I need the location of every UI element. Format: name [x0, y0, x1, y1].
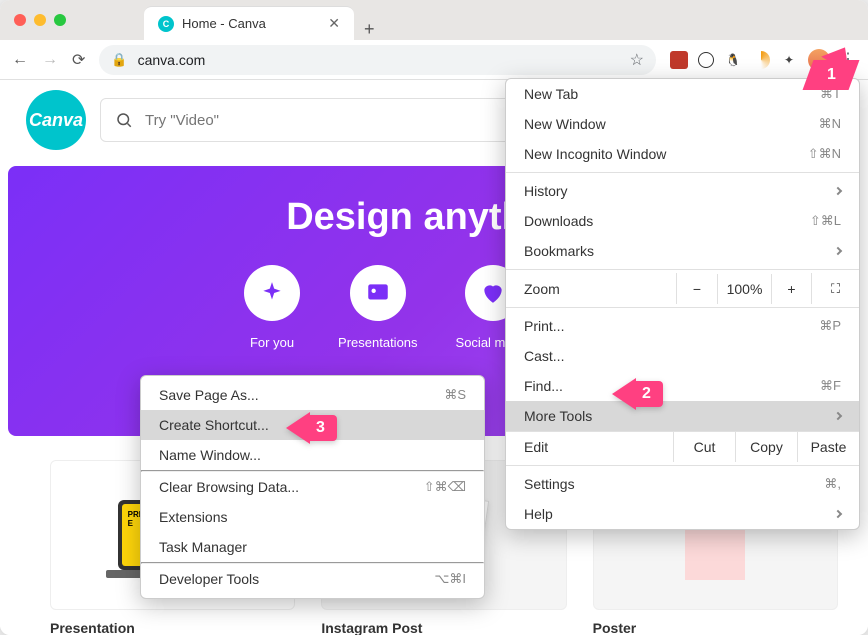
- extension-icon[interactable]: [670, 51, 688, 69]
- submenu-clear-browsing[interactable]: Clear Browsing Data...⇧⌘⌫: [141, 472, 484, 502]
- menu-copy[interactable]: Copy: [735, 431, 797, 462]
- submenu-save-page[interactable]: Save Page As...⌘S: [141, 380, 484, 410]
- back-button[interactable]: ←: [12, 51, 28, 69]
- heart-icon: [480, 280, 506, 306]
- menu-new-window[interactable]: New Window⌘N: [506, 109, 859, 139]
- address-bar[interactable]: 🔒 canva.com ☆: [99, 45, 656, 75]
- menu-history[interactable]: History: [506, 176, 859, 206]
- tab-strip: C Home - Canva ✕ +: [144, 0, 375, 40]
- browser-window: C Home - Canva ✕ + ← → ⟳ 🔒 canva.com ☆ 🐧…: [0, 0, 868, 635]
- extension-icon[interactable]: [752, 51, 770, 69]
- close-tab-button[interactable]: ✕: [328, 15, 340, 32]
- presentation-icon: [365, 280, 391, 306]
- canva-logo[interactable]: Canva: [26, 90, 86, 150]
- type-presentations[interactable]: Presentations: [338, 265, 418, 350]
- chrome-main-menu: New Tab⌘T New Window⌘N New Incognito Win…: [505, 78, 860, 530]
- url-text: canva.com: [138, 52, 206, 68]
- chevron-right-icon: [834, 247, 842, 255]
- annotation-1: 1: [808, 60, 854, 90]
- pocket-icon[interactable]: [698, 52, 714, 68]
- sparkle-icon: [259, 280, 285, 306]
- chevron-right-icon: [834, 510, 842, 518]
- bookmark-star-icon[interactable]: ☆: [630, 50, 644, 70]
- menu-cast[interactable]: Cast...: [506, 341, 859, 371]
- extensions-puzzle-icon[interactable]: ✦: [780, 51, 798, 69]
- forward-button[interactable]: →: [42, 51, 58, 69]
- toolbar: ← → ⟳ 🔒 canva.com ☆ 🐧 ✦ ⋮: [0, 40, 868, 80]
- chevron-right-icon: [834, 412, 842, 420]
- menu-zoom: Zoom − 100% + ⛶: [506, 273, 859, 304]
- menu-more-tools[interactable]: More Tools: [506, 401, 859, 431]
- menu-downloads[interactable]: Downloads⇧⌘L: [506, 206, 859, 236]
- menu-paste[interactable]: Paste: [797, 431, 859, 462]
- titlebar: C Home - Canva ✕ +: [0, 0, 868, 40]
- annotation-3: 3: [286, 412, 337, 444]
- submenu-name-window[interactable]: Name Window...: [141, 440, 484, 470]
- zoom-value: 100%: [717, 274, 771, 304]
- search-icon: [115, 111, 133, 129]
- more-tools-submenu: Save Page As...⌘S Create Shortcut... Nam…: [140, 375, 485, 599]
- fullscreen-button[interactable]: ⛶: [811, 273, 859, 304]
- menu-settings[interactable]: Settings⌘,: [506, 469, 859, 499]
- maximize-window-button[interactable]: [54, 14, 66, 26]
- type-for-you[interactable]: For you: [244, 265, 300, 350]
- tab-title: Home - Canva: [182, 16, 320, 31]
- menu-help[interactable]: Help: [506, 499, 859, 529]
- window-controls: [14, 14, 66, 26]
- canva-favicon-icon: C: [158, 16, 174, 32]
- submenu-extensions[interactable]: Extensions: [141, 502, 484, 532]
- new-tab-button[interactable]: +: [364, 19, 375, 40]
- submenu-developer-tools[interactable]: Developer Tools⌥⌘I: [141, 564, 484, 594]
- close-window-button[interactable]: [14, 14, 26, 26]
- menu-cut[interactable]: Cut: [673, 431, 735, 462]
- menu-bookmarks[interactable]: Bookmarks: [506, 236, 859, 266]
- menu-find[interactable]: Find...⌘F: [506, 371, 859, 401]
- browser-tab[interactable]: C Home - Canva ✕: [144, 6, 354, 40]
- zoom-in-button[interactable]: +: [771, 274, 811, 304]
- chevron-right-icon: [834, 187, 842, 195]
- menu-print[interactable]: Print...⌘P: [506, 311, 859, 341]
- menu-edit-row: Edit Cut Copy Paste: [506, 431, 859, 462]
- reload-button[interactable]: ⟳: [72, 50, 85, 70]
- submenu-task-manager[interactable]: Task Manager: [141, 532, 484, 562]
- menu-incognito[interactable]: New Incognito Window⇧⌘N: [506, 139, 859, 169]
- minimize-window-button[interactable]: [34, 14, 46, 26]
- extension-icon[interactable]: 🐧: [724, 51, 742, 69]
- annotation-2: 2: [612, 378, 663, 410]
- zoom-out-button[interactable]: −: [677, 274, 717, 304]
- lock-icon: 🔒: [111, 52, 127, 68]
